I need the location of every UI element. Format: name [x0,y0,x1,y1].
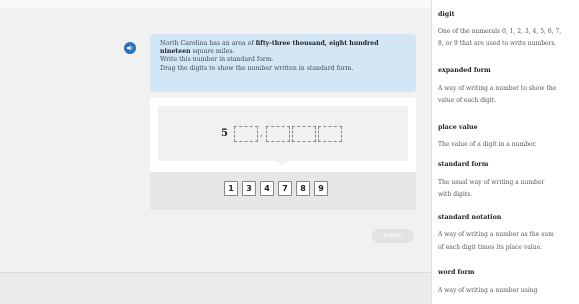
footer-bar [0,272,431,304]
speaker-icon[interactable] [124,42,136,54]
glossary-definition: 8, or 9 that are used to write numbers. [438,40,557,47]
glossary-definition: A way of writing a number to show the [438,85,557,92]
digit-tile[interactable]: 8 [296,181,310,196]
glossary-definition: with digits. [438,191,473,198]
glossary-definition: value of each digit. [438,97,497,104]
glossary-term: standard form [438,161,489,168]
glossary-definition: A way of writing a number using [438,287,538,294]
digit-tile[interactable]: 1 [224,181,238,196]
glossary-definition: of each digit times its place value. [438,244,543,251]
glossary-term: word form [438,269,475,276]
glossary-definition: A way of writing a number as the sum [438,231,554,238]
glossary-definition: The value of a digit in a number. [438,141,537,148]
question-prompt: North Carolina has an area of fifty-thre… [150,34,416,92]
fixed-digit: 5 [221,128,228,139]
instruction-line-2: Drag the digits to show the number writt… [160,64,354,72]
glossary-term: place value [438,124,478,131]
glossary-definition: The usual way of writing a number [438,179,545,186]
glossary-term: digit [438,11,455,18]
drop-slot[interactable] [234,126,258,142]
glossary-panel: digit One of the numerals 0, 1, 2, 3, 4,… [431,0,579,304]
tray-pointer [276,160,288,166]
comma-separator: , [260,129,263,138]
drop-slot[interactable] [318,126,342,142]
digit-tile[interactable]: 4 [260,181,274,196]
digit-tile[interactable]: 7 [278,181,292,196]
top-strip [0,0,431,8]
prompt-after: square miles. [190,48,235,56]
glossary-term: expanded form [438,67,491,74]
digit-tile[interactable]: 3 [242,181,256,196]
glossary-definition: One of the numerals 0, 1, 2, 3, 4, 5, 6,… [438,28,562,35]
glossary-term: standard notation [438,214,502,221]
drop-slot[interactable] [292,126,316,142]
instruction-line-1: Write this number in standard form. [160,56,274,64]
submit-button[interactable]: Submit [372,229,414,243]
prompt-intro: North Carolina has an area of [160,40,256,47]
drop-slot[interactable] [266,126,290,142]
digit-tile[interactable]: 9 [314,181,328,196]
